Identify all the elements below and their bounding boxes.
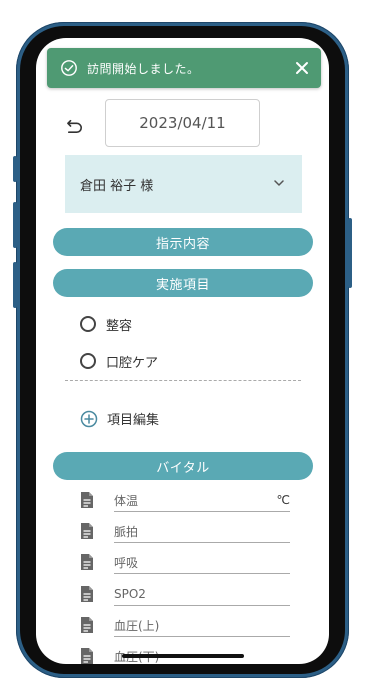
chevron-down-icon: [274, 180, 284, 186]
plus-circle-icon: [80, 410, 98, 427]
mute-switch: [13, 156, 17, 182]
home-indicator: [122, 654, 244, 658]
document-icon: [81, 554, 93, 570]
care-item-radio[interactable]: 整容: [80, 312, 132, 336]
vital-input[interactable]: 体温 ℃: [114, 489, 290, 512]
edit-items-label: 項目編集: [107, 413, 160, 428]
volume-down-button: [13, 262, 17, 308]
success-toast: 訪問開始しました。: [47, 48, 321, 88]
edit-items-button[interactable]: 項目編集: [80, 409, 159, 428]
divider: [65, 380, 301, 381]
document-icon: [81, 586, 93, 602]
care-item-label: 口腔ケア: [106, 355, 159, 371]
document-icon: [81, 617, 93, 633]
close-icon[interactable]: [295, 61, 309, 75]
vital-input[interactable]: 血圧(上): [114, 614, 290, 637]
document-icon: [81, 492, 93, 508]
instructions-button[interactable]: 指示内容: [53, 228, 313, 256]
radio-icon: [80, 316, 96, 332]
vital-input[interactable]: 脈拍: [114, 520, 290, 543]
vital-label: 脈拍: [114, 524, 139, 539]
vital-row: 血圧(上): [80, 614, 290, 638]
visit-date-value: 2023/04/11: [139, 114, 226, 132]
vital-row: 呼吸: [80, 551, 290, 575]
volume-up-button: [13, 202, 17, 248]
vitals-header: バイタル: [53, 452, 313, 480]
document-icon: [81, 523, 93, 539]
vital-label: 血圧(上): [114, 618, 160, 633]
care-item-label: 整容: [106, 318, 133, 334]
vital-input[interactable]: 呼吸: [114, 551, 290, 574]
vital-row: 脈拍: [80, 520, 290, 544]
document-icon: [81, 648, 93, 664]
power-button: [348, 218, 352, 288]
app-screen: 訪問開始しました。 2023/04/11 倉田 裕子 様 指示内容 実施項目 整…: [36, 38, 329, 664]
vital-input[interactable]: SPO2: [114, 583, 290, 606]
check-circle-icon: [61, 60, 77, 76]
vital-row: SPO2: [80, 583, 290, 607]
vital-label: 呼吸: [114, 555, 139, 570]
vital-unit: ℃: [276, 493, 290, 507]
patient-name: 倉田 裕子 様: [80, 178, 154, 194]
vital-label: SPO2: [114, 587, 146, 601]
visit-date-field[interactable]: 2023/04/11: [105, 99, 260, 147]
patient-dropdown[interactable]: 倉田 裕子 様: [65, 155, 302, 213]
undo-arrow-icon[interactable]: [66, 118, 84, 134]
vital-row: 体温 ℃: [80, 489, 290, 513]
toast-message: 訪問開始しました。: [87, 61, 200, 76]
radio-icon: [80, 353, 96, 369]
care-items-header: 実施項目: [53, 269, 313, 297]
vital-label: 体温: [114, 493, 139, 508]
care-item-radio[interactable]: 口腔ケア: [80, 349, 158, 373]
